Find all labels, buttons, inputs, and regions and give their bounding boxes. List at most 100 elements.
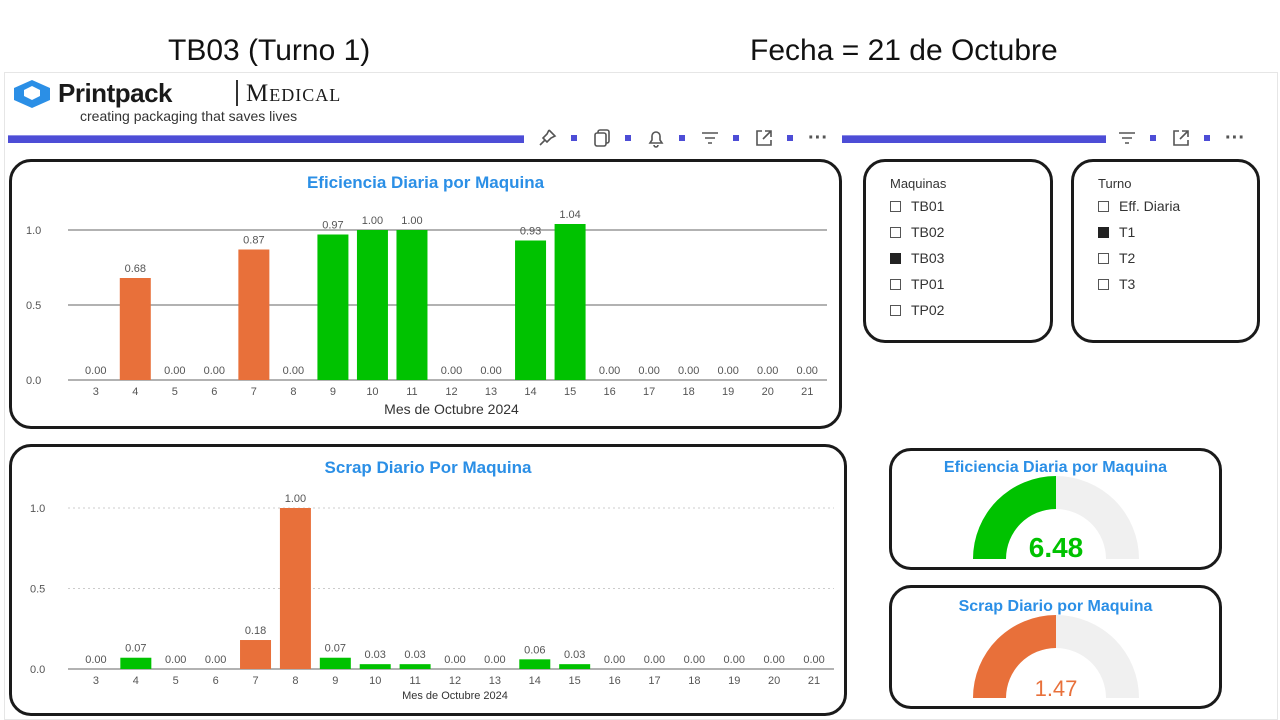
slicer-option-eff-diaria[interactable]: Eff. Diaria [1098,198,1180,214]
gauge-value: 1.47 [1035,676,1078,701]
bar-day-9 [317,234,349,380]
x-tick-label: 17 [648,675,660,687]
slicer-option-label: TP01 [911,276,945,292]
maquinas-slicer: Maquinas TB01 TB02 TB03 TP01 TP02 [863,159,1053,343]
x-tick-label: 11 [409,675,420,687]
slicer-option-t3[interactable]: T3 [1098,276,1135,292]
checkbox[interactable] [1098,200,1109,212]
data-label: 0.03 [404,649,425,661]
scrap-chart-panel[interactable]: Scrap Diario Por Maquina 0.0 0.5 1.0 0.00 3 0… [9,444,847,716]
x-tick-label: 18 [683,386,695,398]
logo-brand: Printpack [58,78,173,108]
x-tick-label: 6 [213,675,219,687]
checkbox[interactable] [890,278,901,290]
slicer-option-t1[interactable]: T1 [1098,224,1135,240]
x-tick-label: 19 [728,675,740,687]
slicer-option-tp02[interactable]: TP02 [890,302,944,318]
x-tick-label: 21 [801,386,813,398]
slicer-option-label: T2 [1119,250,1136,266]
printpack-mark-icon [14,80,50,108]
turno-slicer: Turno Eff. Diaria T1 T2 T3 [1071,159,1260,343]
expand-icon[interactable] [751,125,777,151]
x-axis-title: Mes de Octubre 2024 [402,690,508,702]
data-label: 1.00 [401,215,422,227]
x-tick-label: 18 [688,675,700,687]
slicer-option-t2[interactable]: T2 [1098,250,1135,266]
scrap-gauge: 1.47 [973,615,1139,701]
data-label: 0.03 [364,649,385,661]
checkbox[interactable] [890,252,901,264]
bar-day-10 [359,664,391,669]
checkbox[interactable] [1098,252,1109,264]
filter-icon[interactable] [1114,125,1140,151]
x-tick-label: 8 [290,386,296,398]
visual-header-bar-right [842,135,1106,143]
x-tick-label: 3 [93,386,99,398]
x-tick-label: 16 [608,675,620,687]
checkbox[interactable] [1098,226,1109,238]
data-label: 0.97 [322,220,343,232]
data-label: 0.00 [484,654,505,666]
x-tick-label: 3 [93,675,99,687]
bar-day-15 [559,664,591,669]
bell-icon[interactable] [643,125,669,151]
x-tick-label: 12 [445,386,457,398]
checkbox[interactable] [890,226,901,238]
data-label: 0.00 [757,365,778,377]
x-tick-label: 16 [603,386,615,398]
x-tick-label: 21 [808,675,820,687]
scrap-bar-chart: 0.0 0.5 1.0 0.00 3 0.07 4 0.00 5 0.00 6 0.18 7 1.00 8 0… [30,493,834,702]
checkbox[interactable] [890,304,901,316]
eficiencia-gauge-card[interactable]: Eficiencia Diaria por Maquina 6.48 [889,448,1222,570]
bar-day-14 [515,240,547,380]
logo-divider [236,80,238,106]
slicer-option-tb03[interactable]: TB03 [890,250,944,266]
y-tick-label: 0.5 [30,584,45,596]
slicer-option-tb01[interactable]: TB01 [890,198,944,214]
slicer-option-tb02[interactable]: TB02 [890,224,944,240]
x-tick-label: 14 [524,386,536,398]
toolbar-separator [679,135,685,141]
eficiencia-bar-chart: 0.0 0.5 1.0 0.00 3 0.68 4 0.00 5 0.00 6 0.87 7 0.00 8 0… [26,209,827,417]
bar-day-11 [399,664,431,669]
logo-division: Medical [246,80,342,107]
checkbox[interactable] [1098,278,1109,290]
data-label: 0.00 [205,654,226,666]
data-label: 0.00 [441,365,462,377]
eficiencia-chart-panel[interactable]: Eficiencia Diaria por Maquina 0.0 0.5 1.0 0… [9,159,842,429]
data-label: 0.00 [678,365,699,377]
bar-day-7 [240,640,272,669]
data-label: 0.00 [599,365,620,377]
scrap-gauge-card[interactable]: Scrap Diario por Maquina 1.47 [889,585,1222,709]
y-tick-label: 1.0 [26,225,41,237]
data-label: 0.00 [763,654,784,666]
bar-day-14 [519,659,551,669]
filter-icon[interactable] [697,125,723,151]
x-tick-label: 5 [172,386,178,398]
slicer-option-tp01[interactable]: TP01 [890,276,944,292]
x-tick-label: 4 [132,386,138,398]
x-tick-label: 9 [332,675,338,687]
slicer-option-label: TP02 [911,302,945,318]
x-tick-label: 7 [252,675,258,687]
data-label: 0.00 [638,365,659,377]
more-icon[interactable]: ··· [1222,125,1248,151]
expand-icon[interactable] [1168,125,1194,151]
more-icon[interactable]: ··· [805,125,831,151]
data-label: 0.00 [803,654,824,666]
data-label: 0.00 [797,365,818,377]
x-tick-label: 12 [449,675,461,687]
x-tick-label: 9 [330,386,336,398]
toolbar-separator [571,135,577,141]
slicer-option-label: T3 [1119,276,1136,292]
visual-header-bar-left [8,135,524,143]
copy-icon[interactable] [589,125,615,151]
data-label: 0.00 [724,654,745,666]
checkbox[interactable] [890,200,901,212]
slicer-option-label: TB03 [911,250,945,266]
pin-icon[interactable] [534,125,560,151]
data-label: 0.00 [85,365,106,377]
bar-day-4 [120,657,152,669]
bar-day-11 [396,230,428,380]
x-tick-label: 20 [768,675,780,687]
